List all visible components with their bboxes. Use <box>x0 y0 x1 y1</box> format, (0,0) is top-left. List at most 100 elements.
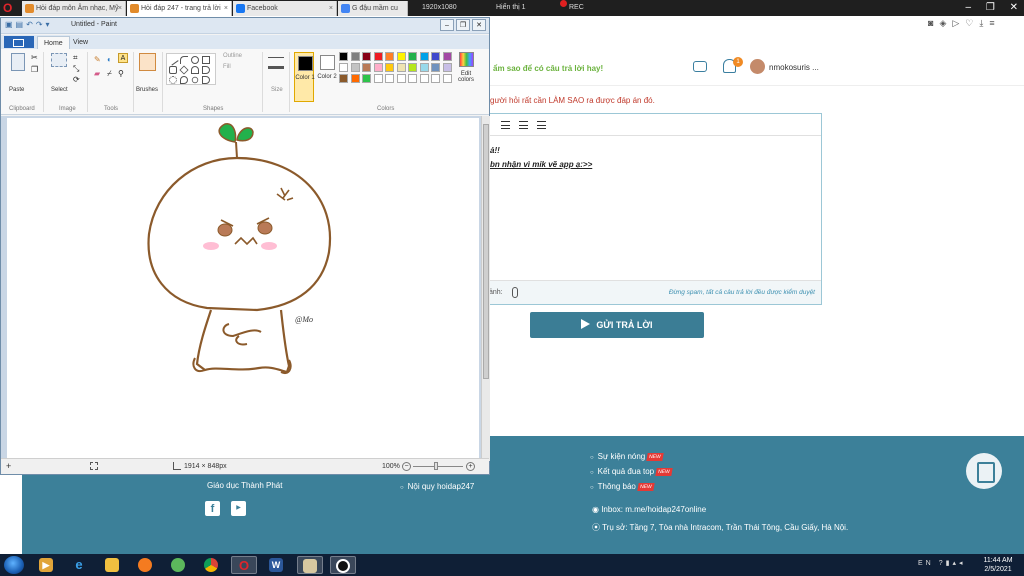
close-icon[interactable]: ✕ <box>472 19 486 31</box>
taskbar-recorder[interactable] <box>330 556 356 574</box>
minimize-icon[interactable]: – <box>966 2 972 13</box>
align-justify-icon[interactable] <box>537 121 546 129</box>
color-swatch[interactable] <box>442 74 452 83</box>
restore-icon[interactable]: ❐ <box>986 2 995 13</box>
color-swatch[interactable] <box>408 74 417 83</box>
heart-shape-icon[interactable] <box>191 76 199 84</box>
color-swatch[interactable] <box>408 52 417 61</box>
paste-button[interactable]: Paste <box>9 87 24 93</box>
heart-icon[interactable]: ♡ <box>965 18 979 28</box>
pencil-icon[interactable]: ✎ <box>94 55 101 64</box>
tab-home[interactable]: Home <box>37 36 70 49</box>
color-swatch[interactable] <box>385 74 394 83</box>
size-button[interactable]: Size <box>271 87 283 93</box>
recorder-rec-label[interactable]: REC <box>569 0 584 16</box>
footer-link-rules[interactable]: Nội quy hoidap247 <box>400 482 475 491</box>
color-swatch[interactable] <box>385 52 394 61</box>
taskbar-internet-explorer[interactable]: e <box>67 556 93 574</box>
youtube-icon[interactable]: ▶ <box>231 501 246 516</box>
close-icon[interactable]: ✕ <box>1010 2 1018 13</box>
fill-button[interactable]: Fill <box>223 64 231 70</box>
fill-icon[interactable]: ◐ <box>107 55 112 64</box>
diamond-shape-icon[interactable] <box>179 65 189 75</box>
color-swatch[interactable] <box>408 63 417 72</box>
taskbar-chrome[interactable] <box>199 556 225 574</box>
avatar[interactable] <box>750 59 765 74</box>
star-shape-icon[interactable] <box>169 76 177 84</box>
paperclip-icon[interactable] <box>512 287 518 298</box>
eraser-icon[interactable]: ▰ <box>94 69 100 78</box>
taskbar-media-player[interactable]: ▶ <box>34 556 60 574</box>
footer-inbox[interactable]: ◉ Inbox: m.me/hoidap247online <box>592 505 706 514</box>
callout-shape-icon[interactable] <box>180 76 188 84</box>
color-swatch[interactable] <box>431 52 440 61</box>
close-icon[interactable]: × <box>118 1 122 16</box>
color-swatch[interactable] <box>350 63 360 72</box>
browser-tab[interactable]: G đậu mầm cu <box>338 1 408 16</box>
select-button[interactable]: Select <box>51 87 68 93</box>
browser-tab[interactable]: Facebook × <box>233 1 337 16</box>
color-swatch[interactable] <box>339 63 348 72</box>
cut-icon[interactable]: ✂ <box>31 53 38 62</box>
arrow-shape-icon[interactable] <box>202 66 210 74</box>
taskbar-firefox[interactable] <box>133 556 159 574</box>
color-swatch[interactable] <box>350 74 360 83</box>
color2-selector[interactable]: Color 2 <box>317 52 337 102</box>
curve-shape-icon[interactable] <box>180 56 188 64</box>
shapes-gallery[interactable] <box>166 53 216 85</box>
help-float-button[interactable] <box>966 453 1002 489</box>
color-swatch[interactable] <box>419 74 429 83</box>
oval-shape-icon[interactable] <box>191 56 199 64</box>
download-icon[interactable]: ⤓ <box>979 18 989 28</box>
align-right-icon[interactable] <box>519 121 528 129</box>
scrollbar-thumb[interactable] <box>483 124 489 379</box>
color-swatch[interactable] <box>419 52 429 61</box>
menu-icon[interactable]: ≡ <box>989 18 1000 28</box>
color-picker-icon[interactable]: ⌿ <box>107 69 112 79</box>
language-indicator[interactable]: EN <box>918 560 934 567</box>
submit-answer-button[interactable]: GỬI TRẢ LỜI <box>530 312 704 338</box>
copy-icon[interactable]: ❐ <box>31 65 38 74</box>
color-swatch[interactable] <box>373 74 383 83</box>
edit-colors-button[interactable]: Edit colors <box>455 71 477 83</box>
close-icon[interactable]: × <box>329 1 333 16</box>
color-swatch[interactable] <box>362 63 371 72</box>
taskbar-file-explorer[interactable] <box>100 556 126 574</box>
crop-icon[interactable]: ⌗ <box>73 53 78 63</box>
rectangle-shape-icon[interactable] <box>202 56 210 64</box>
color-swatch[interactable] <box>442 63 452 72</box>
quick-access-toolbar[interactable]: ▣▤↶↷▾ <box>5 20 53 29</box>
color-swatch[interactable] <box>339 74 348 83</box>
facebook-icon[interactable]: f <box>205 501 220 516</box>
volume-icon[interactable]: ◂ <box>959 560 966 567</box>
clock[interactable]: 11:44 AM 2/5/2021 <box>978 556 1018 574</box>
start-button[interactable] <box>4 556 24 574</box>
zoom-slider[interactable] <box>413 466 463 467</box>
color-swatch[interactable] <box>396 63 406 72</box>
shield-icon[interactable]: ◈ <box>939 18 952 28</box>
color-swatch[interactable] <box>442 52 452 61</box>
restore-icon[interactable]: ❐ <box>456 19 470 31</box>
tab-view[interactable]: View <box>67 36 94 49</box>
rounded-rectangle-shape-icon[interactable] <box>169 66 177 74</box>
magnifier-icon[interactable]: ⚲ <box>118 69 124 78</box>
taskbar-app[interactable] <box>166 556 192 574</box>
outline-button[interactable]: Outline <box>223 53 242 59</box>
resize-icon[interactable]: ⤡ <box>73 64 79 74</box>
paint-canvas[interactable]: @Mo <box>7 118 479 468</box>
brushes-button[interactable]: Brushes <box>136 87 158 93</box>
taskbar-opera[interactable]: O <box>231 556 257 574</box>
color-swatch[interactable] <box>339 52 348 61</box>
footer-link-announcements[interactable]: Thông báoNEW <box>590 482 655 491</box>
color-swatch[interactable] <box>362 74 371 83</box>
opera-logo-icon[interactable]: O <box>3 1 12 15</box>
color-swatch[interactable] <box>373 52 383 61</box>
color-swatch[interactable] <box>431 63 440 72</box>
help-icon[interactable]: ? <box>939 560 946 567</box>
minimize-icon[interactable]: – <box>440 19 454 31</box>
polygon-shape-icon[interactable] <box>191 66 199 74</box>
arrow-right-shape-icon[interactable] <box>202 76 210 84</box>
color1-selector[interactable]: Color 1 <box>294 52 315 102</box>
camera-icon[interactable]: ◙ <box>928 18 939 28</box>
browser-tab-active[interactable]: Hỏi đáp 247 - trang trả lời × <box>127 1 232 16</box>
